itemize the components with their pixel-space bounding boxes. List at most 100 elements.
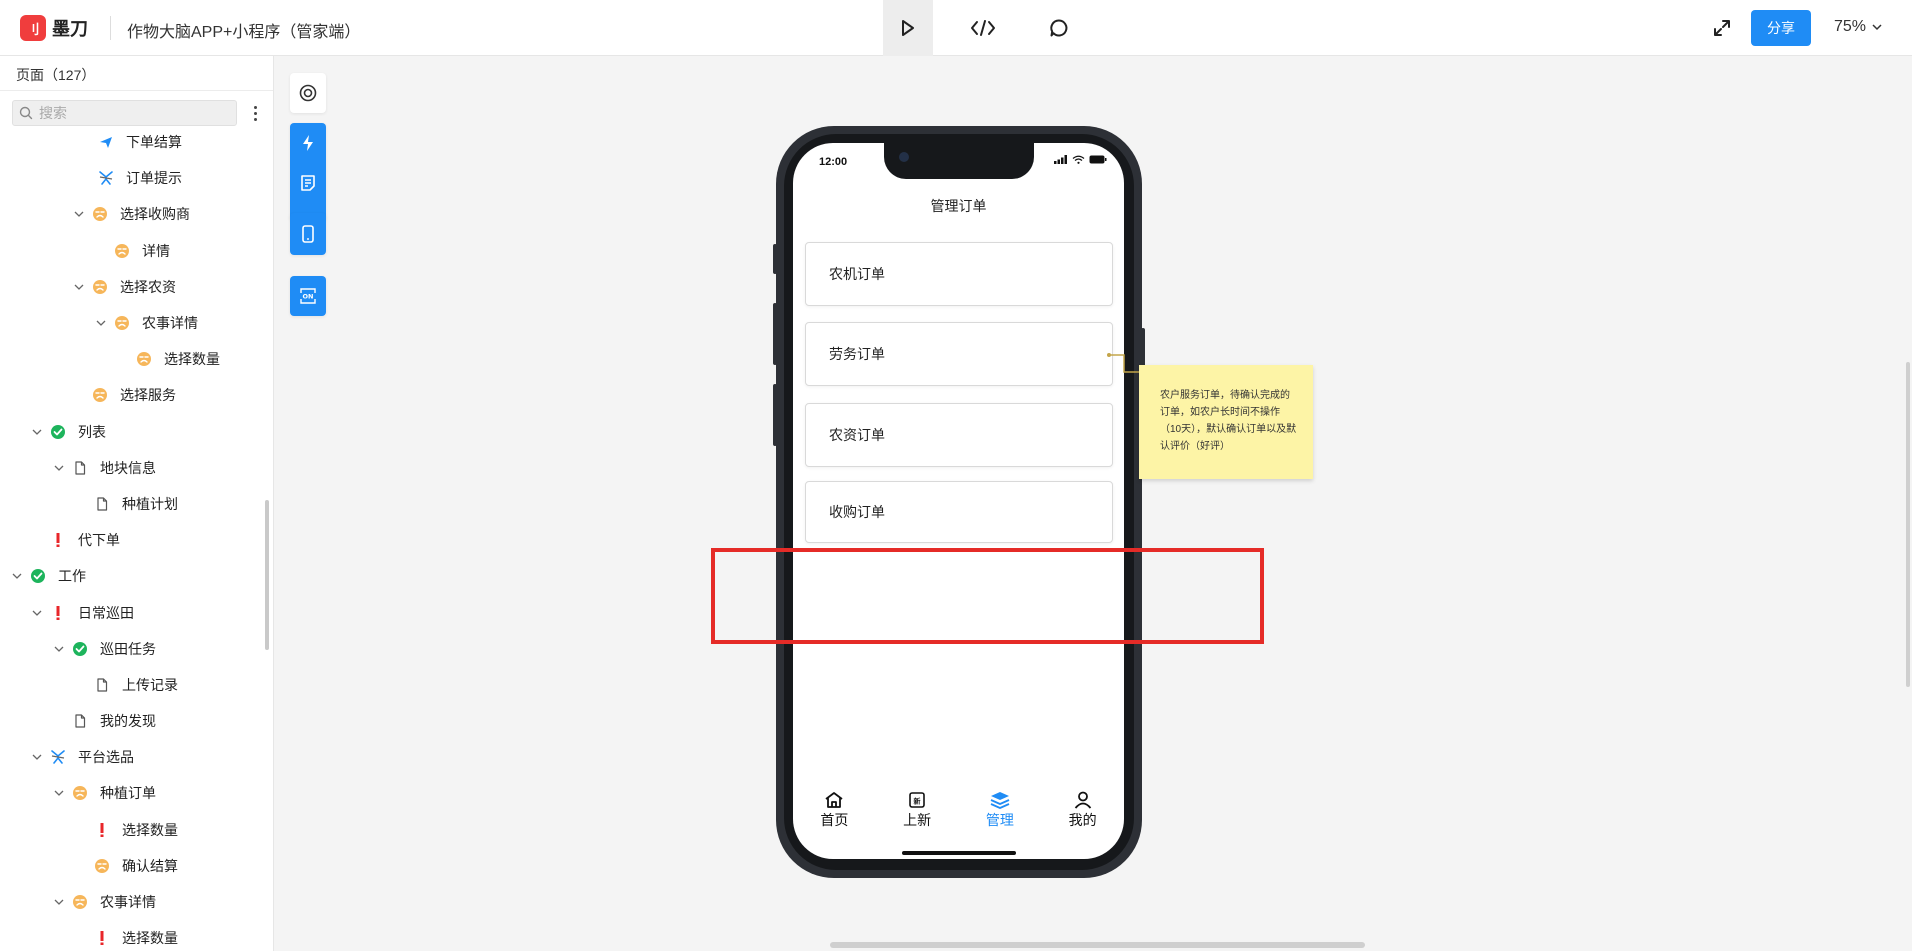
tree-item-label: 农事详情 [142,315,198,332]
tree-item-xuanzenongzi[interactable]: 选择农资 [0,269,273,305]
fullscreen-button[interactable] [1697,0,1747,56]
chevron-down-icon[interactable] [52,642,66,656]
mobile-icon [302,225,314,243]
user-icon [1074,791,1091,809]
order-card-labor[interactable]: 劳务订单 [805,322,1113,386]
tree-item-pingtaixuanpin[interactable]: 平台选品 [0,739,273,775]
canvas-vertical-scrollbar[interactable] [1906,362,1910,687]
tab-label: 上新 [903,812,932,828]
tree-item-xuanzeshuliang[interactable]: 选择数量 [0,341,273,377]
tree-item-label: 我的发现 [100,713,156,730]
status-icons [1054,155,1107,164]
zoom-select[interactable]: 75% [1834,18,1882,36]
tree-item-zhongzhijihua[interactable]: 种植计划 [0,486,273,522]
preview-button[interactable] [883,0,933,56]
lightning-button[interactable] [290,123,326,163]
order-card-label: 收购订单 [829,504,885,520]
device-button[interactable] [290,214,326,254]
tree-item-xuanzeshougoushang[interactable]: 选择收购商 [0,196,273,232]
chevron-down-icon[interactable] [52,461,66,475]
chevron-down-icon[interactable] [72,207,86,221]
chevron-down-icon[interactable] [52,786,66,800]
chevron-down-icon[interactable] [52,895,66,909]
order-card-machinery[interactable]: 农机订单 [805,242,1113,306]
new-icon: 新 [909,792,925,808]
tree-item-label: 巡田任务 [100,640,156,657]
plane-icon [98,170,114,186]
notes-button[interactable] [290,163,326,203]
tree-item-gongzuo[interactable]: 工作 [0,558,273,594]
pending-icon [72,894,88,910]
tree-item-label: 订单提示 [126,170,182,187]
page-icon [94,496,110,512]
tree-item-xiadanjiesuan[interactable]: 下单结算 [0,134,273,160]
tree-item-xuanzeshuliang-3[interactable]: 选择数量 [0,920,273,951]
tab-mine[interactable]: 我的 [1041,785,1124,833]
sticky-note[interactable]: 农户服务订单，待确认完成的订单，如农户长时间不操作（10天），默认确认订单以及默… [1139,365,1313,479]
chevron-down-icon[interactable] [30,750,44,764]
tree-item-zhongzhidingdan[interactable]: 种植订单 [0,775,273,811]
top-toolbar: 刂 墨刀 作物大脑APP+小程序（管家端） 分享 75% [0,0,1912,56]
chevron-down-icon[interactable] [30,425,44,439]
order-card-purchase[interactable]: 收购订单 [805,481,1113,543]
highlight-box [711,548,1264,644]
chevron-down-icon[interactable] [94,316,108,330]
tree-item-nongshixiangqing[interactable]: 农事详情 [0,305,273,341]
tree-item-label: 种植订单 [100,785,156,802]
tree-item-label: 下单结算 [126,134,182,151]
lightning-icon [303,135,313,151]
pending-icon [92,206,108,222]
plane-icon [50,749,66,765]
pending-icon [72,785,88,801]
done-icon [72,641,88,657]
chevron-down-icon[interactable] [10,569,24,583]
more-options-button[interactable] [248,103,262,123]
target-tool[interactable] [290,73,326,113]
tab-home[interactable]: 首页 [793,785,876,833]
wifi-icon [1072,155,1085,164]
tree-item-dingdantishi[interactable]: 订单提示 [0,160,273,196]
interaction-tools [290,123,326,221]
tree-item-label: 工作 [58,568,86,585]
tree-item-xuntianrenwu[interactable]: 巡田任务 [0,631,273,667]
page-icon [72,460,88,476]
tab-manage[interactable]: 管理 [959,785,1042,833]
code-button[interactable] [958,0,1008,56]
code-icon [971,20,995,36]
share-button[interactable]: 分享 [1751,10,1811,46]
tree-item-liebiao[interactable]: 列表 [0,414,273,450]
chevron-down-icon[interactable] [72,280,86,294]
comment-button[interactable] [1034,0,1084,56]
tree-item-daixiadan[interactable]: 代下单 [0,522,273,558]
signal-icon [1054,155,1067,164]
tree-item-label: 日常巡田 [78,604,134,621]
toggle-on-button[interactable]: ON [290,276,326,316]
tree-item-label: 选择收购商 [120,206,190,223]
search-input[interactable] [39,105,219,121]
tree-item-shangchuanjilu[interactable]: 上传记录 [0,667,273,703]
order-card-supplies[interactable]: 农资订单 [805,403,1113,467]
tree-item-querenjiesuan[interactable]: 确认结算 [0,848,273,884]
canvas-horizontal-scrollbar[interactable] [830,942,1365,948]
sidebar-scrollbar[interactable] [265,500,269,650]
app-logo[interactable]: 刂 墨刀 [20,15,88,41]
tree-item-dikuaixinxi[interactable]: 地块信息 [0,450,273,486]
tree-item-nongshixiangqing-2[interactable]: 农事详情 [0,884,273,920]
tree-item-xuanzeshuliang-2[interactable]: 选择数量 [0,812,273,848]
target-button[interactable] [290,73,326,113]
tree-item-wodefaxian[interactable]: 我的发现 [0,703,273,739]
pending-icon [136,351,152,367]
page-icon [94,677,110,693]
page-search[interactable] [12,100,237,126]
tree-item-xiangqing[interactable]: 详情 [0,233,273,269]
tree-item-richangxuntian[interactable]: 日常巡田 [0,594,273,630]
chevron-down-icon[interactable] [30,606,44,620]
chevron-down-icon [1872,24,1882,31]
tree-item-label: 农事详情 [100,894,156,911]
title-divider [110,16,111,40]
pending-icon [92,387,108,403]
tab-new[interactable]: 新 上新 [876,785,959,833]
logo-text: 墨刀 [52,19,88,39]
tree-item-xuanzefuwu[interactable]: 选择服务 [0,377,273,413]
project-title[interactable]: 作物大脑APP+小程序（管家端） [127,18,360,42]
